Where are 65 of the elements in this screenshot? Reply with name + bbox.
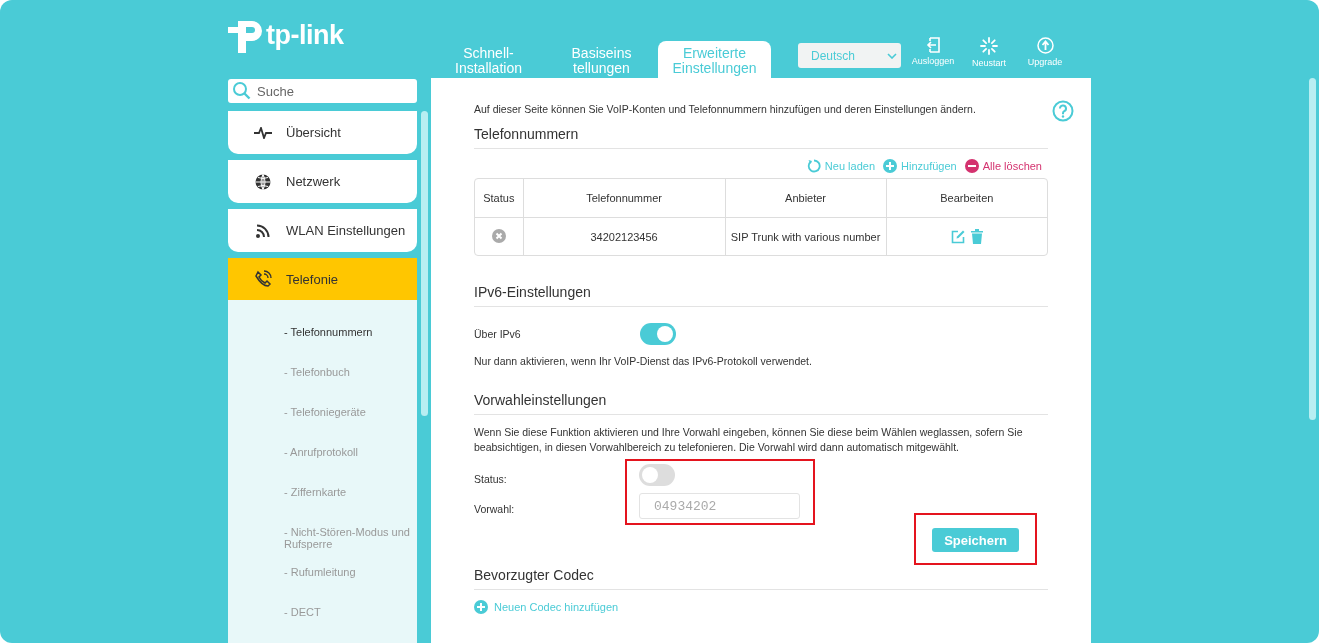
nav-tab[interactable]: Basiseins tellungen	[545, 41, 658, 78]
help-icon[interactable]	[1052, 100, 1074, 122]
column-header: Telefonnummer	[523, 179, 726, 218]
section-title: Telefonnummern	[474, 126, 1048, 149]
refresh-icon	[806, 159, 821, 173]
nav-tab[interactable]: Erweiterte Einstellungen	[658, 41, 771, 78]
submenu-item[interactable]: - Ziffernkarte	[284, 486, 417, 498]
submenu-item[interactable]: - Telefonbuch	[284, 366, 417, 378]
scrollbar[interactable]	[420, 111, 428, 416]
globe-icon	[255, 173, 271, 190]
intro-text: Auf dieser Seite können Sie VoIP-Konten und Telefonnummern hinzufügen und deren Einstellungen ändern.	[474, 102, 977, 116]
section-title: Vorwahleinstellungen	[474, 392, 1048, 415]
remove-icon	[964, 159, 979, 173]
search-icon	[233, 82, 251, 100]
add-codec-link[interactable]: Neuen Codec hinzufügen	[474, 600, 619, 614]
field-label: Vorwahl:	[474, 503, 516, 515]
sidebar-item[interactable]: Netzwerk	[228, 160, 417, 203]
chevron-down-icon	[887, 52, 897, 59]
delete-link[interactable]: Alle löschen	[964, 159, 1042, 173]
phone-icon	[254, 270, 272, 288]
column-header: Bearbeiten	[886, 179, 1047, 218]
save-button[interactable]: Speichern	[932, 528, 1019, 552]
hint-text: Nur dann aktivieren, wenn Ihr VoIP-Dienst das IPv6-Protokoll verwendet.	[474, 355, 813, 367]
restart-button[interactable]: Neustart	[965, 37, 1013, 68]
submenu-item[interactable]: - Telefoniegeräte	[284, 406, 417, 418]
sidebar-item[interactable]: Telefonie	[228, 258, 417, 300]
description-text: Wenn Sie diese Funktion aktivieren und Ihre Vorwahl eingeben, können Sie diese beim Wählen weglassen, sofern Sie beabsichtigen, in diesen Vorwahlbereich zu telefonieren. Die Vorwahl wird dann automatisch mitgewählt.	[474, 425, 1024, 455]
table-cell: 34202123456	[523, 218, 726, 255]
add-icon	[474, 600, 488, 614]
submenu-item[interactable]: - DECT	[284, 606, 417, 618]
search-input[interactable]: Suche	[257, 83, 397, 99]
pulse-icon	[254, 126, 272, 139]
submenu-item[interactable]: - Nicht-Stören-Modus und Rufsperre	[284, 526, 417, 550]
search-field[interactable]: Suche	[228, 79, 417, 103]
submenu-item[interactable]: - Rufumleitung	[284, 566, 417, 578]
nav-tab[interactable]: Schnell- Installation	[432, 41, 545, 78]
upgrade-button[interactable]: Upgrade	[1021, 37, 1069, 68]
submenu-item[interactable]: - Anrufprotokoll	[284, 446, 417, 458]
upload-icon	[1036, 37, 1054, 54]
table-cell: SIP Trunk with various number	[725, 218, 887, 255]
section-title: IPv6-Einstellungen	[474, 284, 1048, 307]
scrollbar[interactable]	[1309, 78, 1316, 420]
prefix-input[interactable]: 04934202	[639, 493, 800, 519]
column-header: Status	[475, 179, 524, 218]
submenu-item[interactable]: - Telefonnummern	[284, 326, 417, 338]
trash-icon[interactable]	[970, 229, 983, 244]
toggle-switch[interactable]	[639, 464, 675, 486]
field-label: Status:	[474, 473, 508, 485]
logout-button[interactable]: Ausloggen	[909, 37, 957, 68]
sidebar-item[interactable]: Übersicht	[228, 111, 417, 154]
field-label: Über IPv6	[474, 328, 522, 340]
logo-icon	[228, 18, 264, 53]
reload-link[interactable]: Neu laden	[806, 159, 875, 173]
edit-icon[interactable]	[950, 229, 965, 244]
language-dropdown[interactable]: Deutsch	[798, 43, 901, 68]
logout-icon	[925, 37, 941, 53]
sidebar-item[interactable]: WLAN Einstellungen	[228, 209, 417, 252]
loading-spinner-icon	[980, 37, 998, 55]
add-link[interactable]: Hinzufügen	[883, 159, 957, 173]
column-header: Anbieter	[725, 179, 887, 218]
section-title: Bevorzugter Codec	[474, 567, 1048, 590]
wifi-icon	[255, 223, 271, 238]
add-icon	[883, 159, 897, 173]
toggle-switch[interactable]	[640, 323, 676, 345]
logo-text: tp-link	[266, 20, 344, 51]
